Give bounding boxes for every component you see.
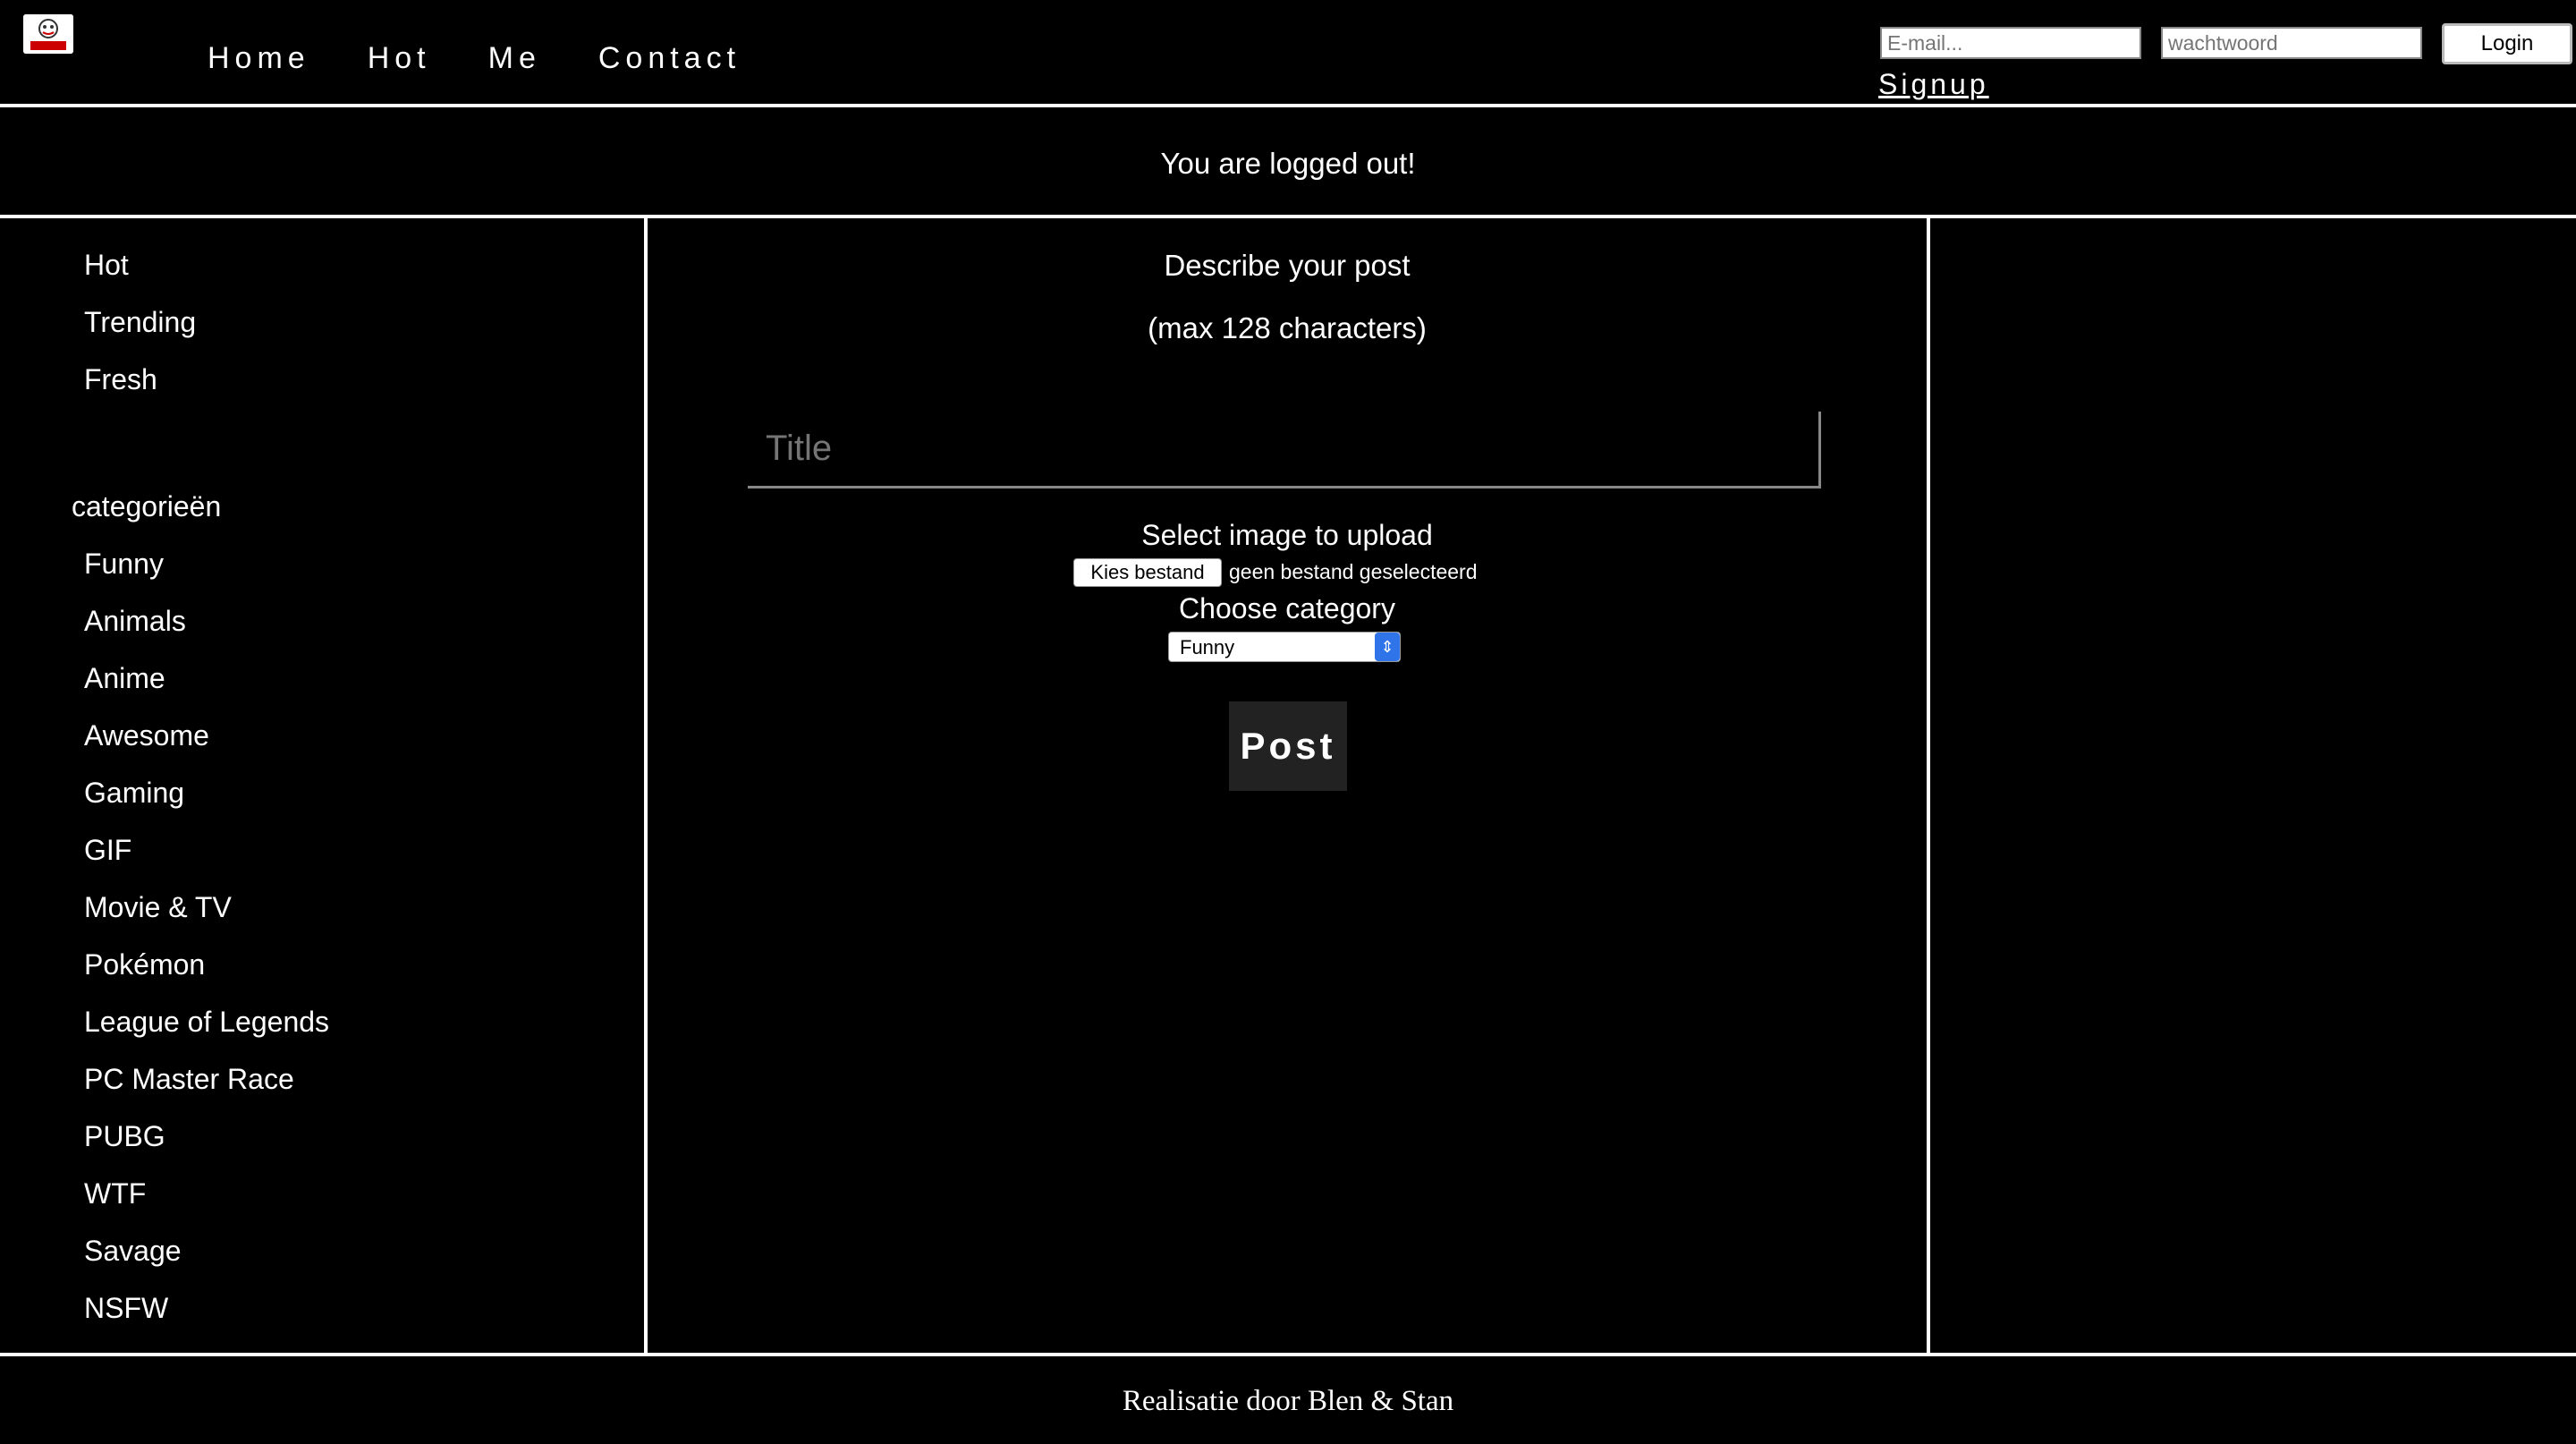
- category-select-value: Funny: [1180, 636, 1235, 658]
- category-pokemon[interactable]: Pokémon: [84, 948, 205, 981]
- status-message-bar: You are logged out!: [0, 107, 2576, 218]
- category-nsfw[interactable]: NSFW: [84, 1292, 168, 1325]
- sidebar: Hot Trending Fresh categorieën Funny Ani…: [0, 218, 648, 1353]
- category-select[interactable]: Funny ⇕: [1168, 632, 1401, 662]
- title-input[interactable]: [748, 412, 1821, 488]
- category-pc-master-race[interactable]: PC Master Race: [84, 1063, 294, 1096]
- category-movie-tv[interactable]: Movie & TV: [84, 891, 232, 924]
- category-gaming[interactable]: Gaming: [84, 777, 184, 810]
- file-status-text: geen bestand geselecteerd: [1229, 560, 1478, 583]
- select-arrows-icon: ⇕: [1375, 633, 1400, 661]
- right-column: [1930, 218, 2576, 1353]
- nav-home[interactable]: Home: [208, 41, 310, 76]
- category-league-of-legends[interactable]: League of Legends: [84, 1006, 329, 1039]
- choose-file-button[interactable]: Kies bestand: [1073, 558, 1222, 587]
- sidebar-item-trending[interactable]: Trending: [84, 306, 196, 339]
- nav-hot[interactable]: Hot: [368, 41, 431, 76]
- category-wtf[interactable]: WTF: [84, 1177, 146, 1210]
- category-pubg[interactable]: PUBG: [84, 1120, 165, 1153]
- describe-label: Describe your post: [1164, 249, 1411, 282]
- password-input[interactable]: [2161, 27, 2422, 59]
- category-funny[interactable]: Funny: [84, 548, 164, 581]
- main-nav: Home Hot Me Contact: [208, 41, 798, 76]
- post-button[interactable]: Post: [1229, 701, 1347, 791]
- signup-link[interactable]: Signup: [1878, 68, 1989, 101]
- email-input[interactable]: [1880, 27, 2141, 59]
- category-anime[interactable]: Anime: [84, 662, 165, 695]
- sidebar-item-fresh[interactable]: Fresh: [84, 363, 157, 396]
- category-label: Choose category: [1179, 592, 1395, 624]
- category-animals[interactable]: Animals: [84, 605, 186, 638]
- footer-credit: Realisatie door Blen & Stan: [1122, 1385, 1454, 1417]
- image-upload-label: Select image to upload: [1141, 519, 1433, 551]
- nav-contact[interactable]: Contact: [598, 41, 741, 76]
- category-awesome[interactable]: Awesome: [84, 719, 209, 752]
- category-gif[interactable]: GIF: [84, 834, 131, 867]
- logout-message: You are logged out!: [1160, 147, 1416, 180]
- post-form: Describe your post (max 128 characters) …: [648, 218, 1930, 1353]
- category-savage[interactable]: Savage: [84, 1235, 182, 1268]
- site-footer: Realisatie door Blen & Stan: [0, 1353, 2576, 1444]
- nav-me[interactable]: Me: [488, 41, 541, 76]
- site-header: Home Hot Me Contact Login Signup: [0, 0, 2576, 107]
- login-button[interactable]: Login: [2442, 23, 2572, 64]
- sidebar-item-hot[interactable]: Hot: [84, 249, 129, 282]
- logo-icon: [23, 14, 73, 54]
- max-characters-label: (max 128 characters): [1148, 311, 1427, 344]
- site-logo[interactable]: [23, 14, 73, 54]
- categories-heading: categorieën: [72, 490, 222, 522]
